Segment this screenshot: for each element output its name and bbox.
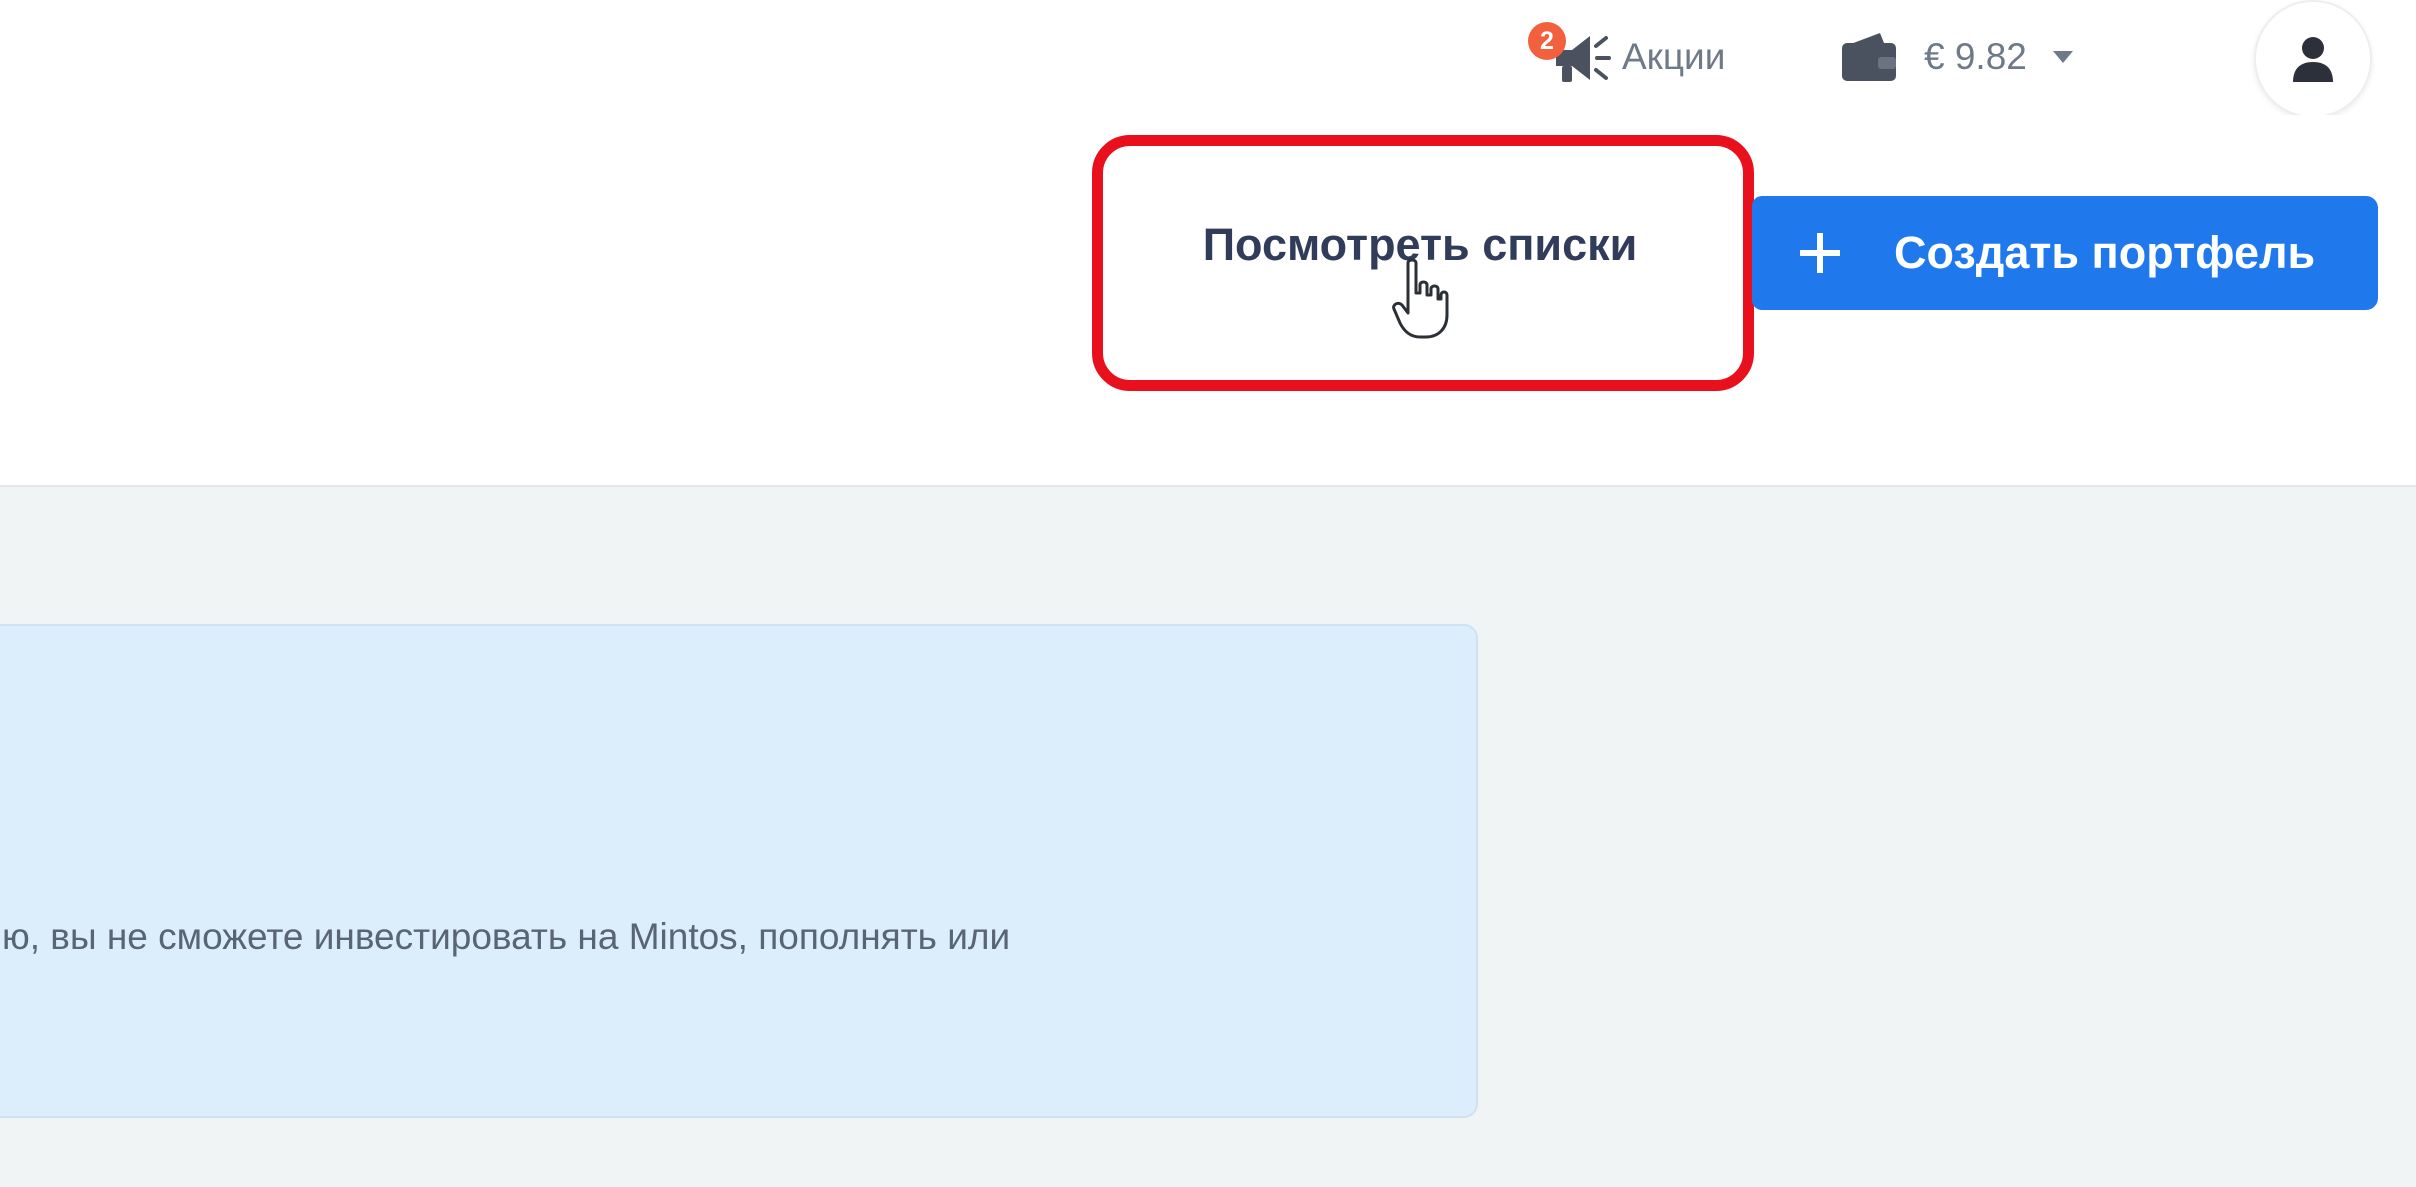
user-icon [2293, 37, 2333, 82]
create-portfolio-button[interactable]: Создать портфель [1752, 196, 2378, 310]
notice-text: ю, вы не сможете инвестировать на Mintos… [2, 916, 1011, 957]
wallet-balance: € 9.82 [1924, 36, 2027, 77]
wallet-icon [1842, 33, 1896, 81]
create-portfolio-label: Создать портфель [1894, 227, 2316, 278]
plus-icon [1800, 233, 1840, 273]
account-button[interactable] [2254, 0, 2372, 118]
notice-panel: ю, вы не сможете инвестировать на Mintos… [0, 624, 1478, 1118]
action-bar: Посмотреть списки Создать портфель [0, 115, 2416, 485]
content-area: ю, вы не сможете инвестировать на Mintos… [0, 485, 2416, 1187]
top-header: 2 Акции € 9.82 [0, 0, 2416, 118]
promotions-icon-group[interactable]: 2 [1528, 22, 1611, 92]
wallet-dropdown[interactable]: € 9.82 [1840, 12, 2073, 102]
hand-cursor-icon [1392, 258, 1449, 339]
caret-down-icon [2052, 51, 2073, 63]
page: 2 Акции € 9.82 Посмотреть списки Создать… [0, 0, 2416, 1187]
promotions-link[interactable]: 2 Акции [1528, 12, 1725, 102]
promotions-label: Акции [1622, 36, 1726, 77]
notification-badge: 2 [1528, 22, 1566, 60]
